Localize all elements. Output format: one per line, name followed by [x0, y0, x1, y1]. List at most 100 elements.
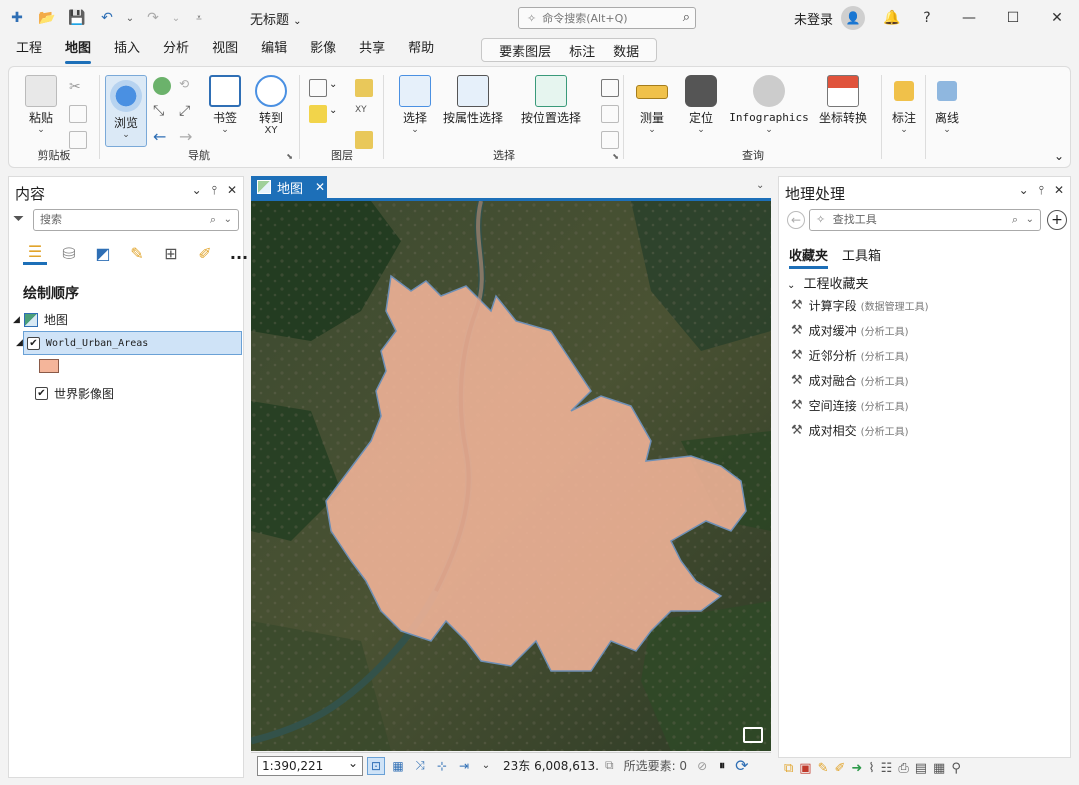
ribbon-collapse-icon[interactable]: ⌄ [1054, 149, 1064, 163]
tab-analysis[interactable]: 分析 [163, 36, 189, 64]
labeling-button[interactable]: 标注 ⌄ [887, 75, 921, 135]
modify-features-icon[interactable]: ✐ [835, 761, 846, 776]
tool-pairwise-dissolve[interactable]: ⚒ 成对融合 (分析工具) [791, 372, 908, 389]
tool-spatial-join[interactable]: ⚒ 空间连接 (分析工具) [791, 397, 908, 414]
basemap-visibility-checkbox[interactable]: ✔ [35, 387, 48, 400]
project-favorites-header[interactable]: ⌄ 工程收藏夹 [787, 273, 869, 292]
pane-pin-icon[interactable]: ⫯ [212, 183, 217, 198]
pause-drawing-icon[interactable]: ⏸ [719, 758, 725, 773]
bookmarks-button[interactable]: 书签 ⌄ [205, 75, 245, 135]
tab-project[interactable]: 工程 [16, 36, 42, 64]
urban-areas-symbol-swatch[interactable] [39, 359, 59, 373]
catalog-pane-icon[interactable]: ⧉ [784, 761, 793, 776]
clear-selection-icon[interactable] [601, 105, 619, 123]
table-icon[interactable]: ▦ [933, 761, 945, 776]
pane-options-chevron-icon[interactable]: ⌄ [1019, 183, 1029, 198]
window-title[interactable]: 无标题 ⌄ [250, 9, 302, 28]
select-by-attributes-button[interactable]: 按属性选择 [441, 75, 505, 125]
basemap-icon[interactable] [309, 79, 327, 97]
map-canvas[interactable] [251, 201, 771, 751]
undo-icon[interactable]: ↶ [94, 5, 120, 31]
sign-in-status[interactable]: 未登录 [794, 9, 833, 28]
cut-icon[interactable]: ✂ [69, 79, 87, 97]
full-extent-icon[interactable] [153, 77, 171, 95]
paste-button[interactable]: 粘贴 ⌄ [21, 75, 61, 135]
back-arrow-icon[interactable]: ← [787, 211, 805, 229]
tab-insert[interactable]: 插入 [114, 36, 140, 64]
layer-visibility-checkbox[interactable]: ✔ [26, 336, 40, 350]
save-project-icon[interactable]: 💾 [64, 5, 90, 31]
urban-areas-layer-item[interactable]: ◢ ✔ World_Urban_Areas [16, 331, 242, 355]
more-options-icon[interactable]: ... [227, 241, 251, 265]
tab-feature-layer[interactable]: 要素图层 [499, 41, 551, 60]
tab-labeling[interactable]: 标注 [569, 41, 595, 60]
list-by-selection-icon[interactable]: ◩ [91, 241, 115, 265]
select-by-location-button[interactable]: 按位置选择 [519, 75, 583, 125]
redo-icon[interactable]: ↷ [140, 5, 166, 31]
symbology-pane-icon[interactable]: ✎ [818, 761, 829, 776]
arrow-right-icon[interactable]: ➜ [851, 761, 862, 776]
filter-icon[interactable]: ⏷ [13, 211, 24, 227]
refresh-icon[interactable]: ⟳ [735, 756, 748, 775]
map-overview-icon[interactable] [743, 727, 763, 743]
snapping-icon[interactable]: ⊡ [367, 756, 385, 775]
grid-icon[interactable]: ▦ [389, 757, 407, 775]
tool-near[interactable]: ⚒ 近邻分析 (分析工具) [791, 347, 908, 364]
contents-search-input[interactable]: 搜索 ⌕ ⌄ [33, 209, 239, 231]
tab-share[interactable]: 共享 [359, 36, 385, 64]
pane-options-chevron-icon[interactable]: ⌄ [192, 183, 202, 198]
list-by-labeling-icon[interactable]: ✐ [193, 241, 217, 265]
measure-button[interactable]: 测量 ⌄ [631, 75, 673, 135]
correction-icon[interactable]: ⇥ [455, 757, 473, 775]
new-project-icon[interactable]: ✚ [4, 5, 30, 31]
open-project-icon[interactable]: 📂 [34, 5, 60, 31]
locate-button[interactable]: 定位 ⌄ [681, 75, 721, 135]
clear-selection-status-icon[interactable]: ⊘ [697, 759, 707, 773]
offline-button[interactable]: 离线 ⌄ [929, 75, 965, 135]
tool-pairwise-intersect[interactable]: ⚒ 成对相交 (分析工具) [791, 422, 908, 439]
find-tools-input[interactable]: ✧ 查找工具 ⌕ ⌄ [809, 209, 1041, 231]
tab-map-view[interactable]: 地图 ✕ [251, 176, 327, 198]
minimize-button[interactable]: — [947, 0, 991, 36]
coordinate-readout[interactable]: 23东 6,008,613. [503, 757, 599, 774]
basemap-layer-item[interactable]: ✔ 世界影像图 [35, 385, 114, 402]
add-data-dropdown-icon[interactable]: ⌄ [329, 105, 347, 123]
tool-calculate-field[interactable]: ⚒ 计算字段 (数据管理工具) [791, 297, 928, 314]
pane-close-icon[interactable]: ✕ [1054, 183, 1064, 198]
previous-extent-icon[interactable]: ← [153, 127, 171, 146]
snap-settings-icon[interactable]: ⊹ [433, 757, 451, 775]
fixed-zoom-out-icon[interactable]: ⤢ [179, 103, 197, 121]
convert-coordinates-button[interactable]: 坐标转换 [815, 75, 871, 125]
pane-close-icon[interactable]: ✕ [227, 183, 237, 198]
tab-data[interactable]: 数据 [613, 41, 639, 60]
collapse-triangle-icon[interactable]: ◢ [16, 338, 23, 348]
redo-dropdown-icon[interactable]: ⌄ [170, 5, 182, 31]
tab-view[interactable]: 视图 [212, 36, 238, 64]
tab-help[interactable]: 帮助 [408, 36, 434, 64]
tab-map[interactable]: 地图 [65, 36, 92, 64]
constraints-icon[interactable]: ⤨ [411, 757, 429, 775]
infographics-button[interactable]: Infographics ⌄ [729, 75, 809, 135]
list-by-snapping-icon[interactable]: ⊞ [159, 241, 183, 265]
select-button[interactable]: 选择 ⌄ [395, 75, 435, 135]
tab-toolboxes[interactable]: 工具箱 [842, 245, 881, 269]
map-tree-item[interactable]: ◢ 地图 [13, 311, 68, 328]
goto-xy-button[interactable]: 转到 XY [251, 75, 291, 136]
tab-favorites[interactable]: 收藏夹 [789, 245, 829, 269]
undo-dropdown-icon[interactable]: ⌄ [124, 5, 136, 31]
status-dropdown-icon[interactable]: ⌄ [477, 757, 495, 775]
collapse-triangle-icon[interactable]: ◢ [13, 315, 20, 325]
customize-quick-access-icon[interactable]: ⩡ [186, 5, 212, 31]
add-xy-icon[interactable]: XY [355, 105, 373, 123]
add-preset-icon[interactable] [355, 79, 373, 97]
tab-imagery[interactable]: 影像 [310, 36, 336, 64]
help-button[interactable]: ? [907, 0, 947, 36]
list-by-editing-icon[interactable]: ✎ [125, 241, 149, 265]
basemap-dropdown-icon[interactable]: ⌄ [329, 79, 347, 97]
list-by-data-source-icon[interactable]: ⛁ [57, 241, 81, 265]
scale-selector[interactable]: 1:390,221 [257, 754, 363, 776]
command-search-input[interactable]: ✧ 命令搜索(Alt+Q) ⌕ [518, 7, 696, 29]
maximize-button[interactable]: ☐ [991, 0, 1035, 36]
edit-vertices-icon[interactable]: ⌇ [868, 761, 874, 776]
notification-bell-icon[interactable]: 🔔 [877, 0, 907, 36]
